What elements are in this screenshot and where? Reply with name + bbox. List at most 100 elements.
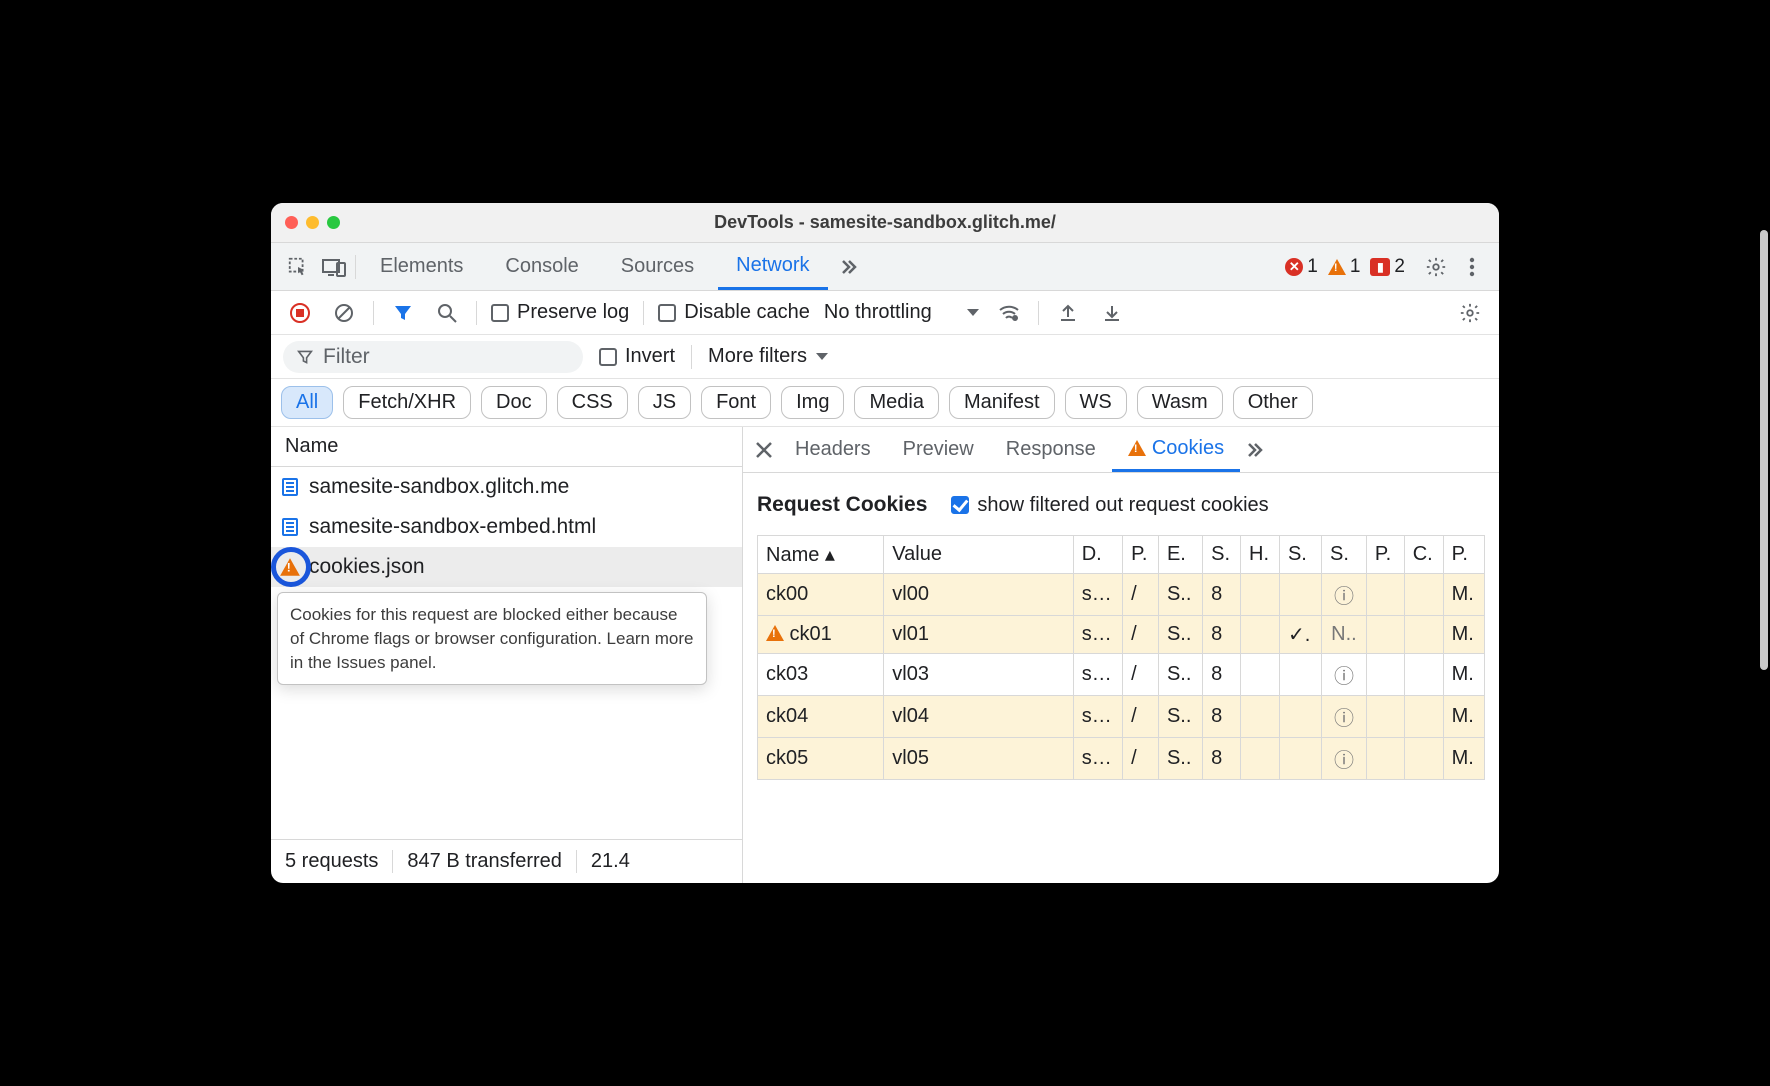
cell-c: [1404, 574, 1443, 616]
col-d[interactable]: D.: [1073, 536, 1122, 574]
table-header-row[interactable]: Name ▴ Value D. P. E. S. H. S. S. P. C. …: [758, 536, 1485, 574]
tab-headers[interactable]: Headers: [779, 427, 887, 472]
tab-network[interactable]: Network: [718, 243, 827, 290]
more-detail-tabs-icon[interactable]: [1240, 435, 1270, 465]
col-name[interactable]: Name ▴: [758, 536, 884, 574]
table-row[interactable]: ck04vl04s…/S..8ⓘM.: [758, 696, 1485, 738]
col-sec[interactable]: S.: [1279, 536, 1321, 574]
warning-icon: [1328, 259, 1346, 275]
col-s[interactable]: S.: [1203, 536, 1241, 574]
panel-settings-icon[interactable]: [1455, 298, 1485, 328]
settings-icon[interactable]: [1421, 252, 1451, 282]
inspect-icon[interactable]: [283, 252, 313, 282]
chip-js[interactable]: JS: [638, 386, 691, 419]
chip-wasm[interactable]: Wasm: [1137, 386, 1223, 419]
chip-other[interactable]: Other: [1233, 386, 1313, 419]
chip-all[interactable]: All: [281, 386, 333, 419]
chip-media[interactable]: Media: [854, 386, 938, 419]
search-icon[interactable]: [432, 298, 462, 328]
device-toggle-icon[interactable]: [319, 252, 349, 282]
cell-h: [1241, 738, 1280, 780]
network-conditions-icon[interactable]: [994, 298, 1024, 328]
table-row[interactable]: ck05vl05s…/S..8ⓘM.: [758, 738, 1485, 780]
disable-cache-checkbox[interactable]: Disable cache: [658, 301, 810, 324]
preserve-log-checkbox[interactable]: Preserve log: [491, 301, 629, 324]
cell-name: ck00: [758, 574, 884, 616]
kebab-menu-icon[interactable]: [1457, 252, 1487, 282]
network-toolbar: Preserve log Disable cache No throttling: [271, 291, 1499, 335]
col-c[interactable]: C.: [1404, 536, 1443, 574]
cell-value: vl03: [884, 654, 1073, 696]
col-pa[interactable]: P.: [1443, 536, 1484, 574]
more-filters-dropdown[interactable]: More filters: [708, 345, 829, 368]
download-icon[interactable]: [1097, 298, 1127, 328]
blocked-cookies-tooltip: Cookies for this request are blocked eit…: [277, 592, 707, 685]
cell-ss: N..: [1322, 616, 1367, 654]
cell-ss: ⓘ: [1322, 574, 1367, 616]
clear-button[interactable]: [329, 298, 359, 328]
col-value[interactable]: Value: [884, 536, 1073, 574]
record-button[interactable]: [285, 298, 315, 328]
col-p[interactable]: P.: [1123, 536, 1159, 574]
cell-p: /: [1123, 654, 1159, 696]
col-e[interactable]: E.: [1158, 536, 1202, 574]
request-name: samesite-sandbox.glitch.me: [309, 475, 569, 499]
cell-e: S..: [1158, 738, 1202, 780]
more-tabs-icon[interactable]: [834, 252, 864, 282]
invert-label: Invert: [625, 345, 675, 368]
tab-console[interactable]: Console: [487, 243, 596, 290]
chip-manifest[interactable]: Manifest: [949, 386, 1055, 419]
tab-response[interactable]: Response: [990, 427, 1112, 472]
cell-pa: M.: [1443, 574, 1484, 616]
cell-s: 8: [1203, 738, 1241, 780]
chip-doc[interactable]: Doc: [481, 386, 547, 419]
chip-ws[interactable]: WS: [1065, 386, 1127, 419]
chip-css[interactable]: CSS: [557, 386, 628, 419]
window-title: DevTools - samesite-sandbox.glitch.me/: [271, 212, 1499, 233]
throttling-select[interactable]: No throttling: [824, 301, 980, 324]
chip-fetch-xhr[interactable]: Fetch/XHR: [343, 386, 471, 419]
invert-checkbox[interactable]: Invert: [599, 345, 675, 368]
cell-pr: [1366, 616, 1404, 654]
upload-icon[interactable]: [1053, 298, 1083, 328]
show-filtered-checkbox[interactable]: show filtered out request cookies: [951, 494, 1268, 517]
cell-name: ck05: [758, 738, 884, 780]
cell-d: s…: [1073, 654, 1122, 696]
col-h[interactable]: H.: [1241, 536, 1280, 574]
cell-h: [1241, 696, 1280, 738]
col-ss[interactable]: S.: [1322, 536, 1367, 574]
close-detail-icon[interactable]: [749, 435, 779, 465]
funnel-icon: [297, 349, 313, 365]
tab-cookies[interactable]: Cookies: [1112, 427, 1240, 472]
chip-font[interactable]: Font: [701, 386, 771, 419]
issue-counts[interactable]: ✕1 1 ▮2: [1285, 256, 1405, 278]
cell-name: ck04: [758, 696, 884, 738]
request-count: 5 requests: [285, 850, 393, 873]
main-tabbar: Elements Console Sources Network ✕1 1 ▮2: [271, 243, 1499, 291]
chevron-down-icon: [815, 352, 829, 362]
chip-img[interactable]: Img: [781, 386, 844, 419]
status-footer: 5 requests 847 B transferred 21.4: [271, 839, 742, 883]
detail-tabs: Headers Preview Response Cookies: [743, 427, 1499, 473]
table-row[interactable]: ck03vl03s…/S..8ⓘM.: [758, 654, 1485, 696]
disable-cache-label: Disable cache: [684, 301, 810, 324]
table-row[interactable]: ck00vl00s…/S..8ⓘM.: [758, 574, 1485, 616]
request-list-panel: Name samesite-sandbox.glitch.me samesite…: [271, 427, 743, 883]
tab-sources[interactable]: Sources: [603, 243, 712, 290]
filter-input[interactable]: Filter: [283, 341, 583, 373]
cell-value: vl05: [884, 738, 1073, 780]
request-row[interactable]: samesite-sandbox.glitch.me: [271, 467, 742, 507]
devtools-window: DevTools - samesite-sandbox.glitch.me/ E…: [271, 203, 1499, 883]
col-pr[interactable]: P.: [1366, 536, 1404, 574]
name-column-header[interactable]: Name: [271, 427, 742, 467]
tab-preview[interactable]: Preview: [887, 427, 990, 472]
cell-s: 8: [1203, 696, 1241, 738]
load-time: 21.4: [577, 850, 644, 873]
tab-elements[interactable]: Elements: [362, 243, 481, 290]
table-row[interactable]: ck01vl01s…/S..8✓.N..M.: [758, 616, 1485, 654]
filter-toggle-icon[interactable]: [388, 298, 418, 328]
cell-c: [1404, 738, 1443, 780]
request-row[interactable]: cookies.json: [271, 547, 742, 587]
cell-p: /: [1123, 574, 1159, 616]
request-row[interactable]: samesite-sandbox-embed.html: [271, 507, 742, 547]
